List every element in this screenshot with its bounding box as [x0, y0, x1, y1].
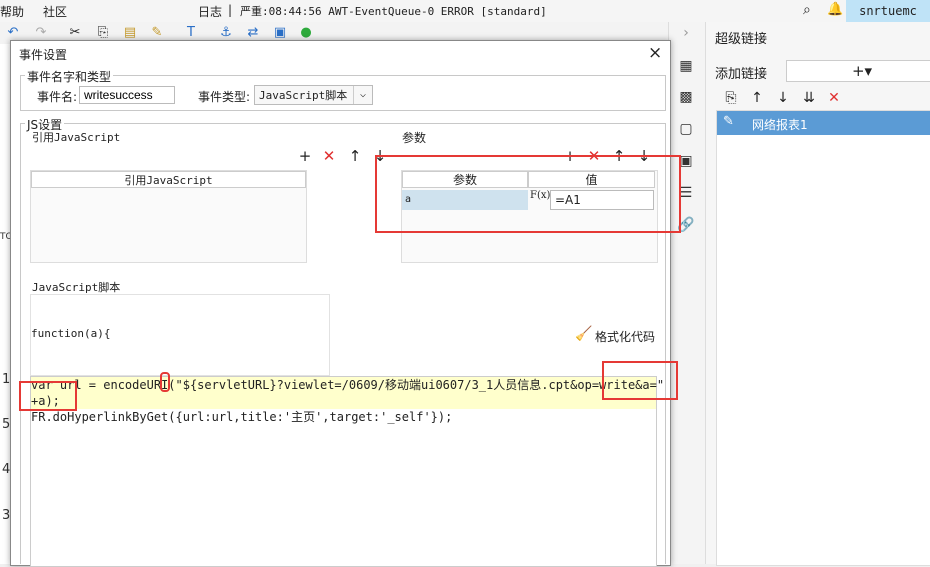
copy-icon[interactable]: ⎘ — [95, 25, 111, 41]
cut-icon[interactable]: ✂ — [67, 25, 83, 41]
panel-title: 超级链接 — [715, 32, 768, 47]
format-painter-icon[interactable]: ✎ — [149, 25, 165, 41]
js-script-label: JavaScript脚本 — [32, 281, 121, 294]
menu-help[interactable]: 帮助 — [0, 3, 24, 20]
move-down-icon[interactable]: ↓ — [774, 90, 792, 106]
add-ref-icon[interactable]: + — [297, 148, 313, 164]
function-signature: function(a){ — [31, 327, 111, 340]
event-name-label: 事件名: — [37, 90, 78, 104]
name-type-group-label: 事件名字和类型 — [25, 68, 114, 85]
log-title: 日志 — [198, 5, 223, 19]
move-up-icon[interactable]: ↑ — [748, 90, 766, 106]
annotation-box-params — [375, 155, 681, 233]
code-editor[interactable]: var url = encodeURI("${servletURL}?viewl… — [30, 376, 664, 567]
event-settings-dialog: 事件设置 × 事件名字和类型 事件名: 事件类型: JavaScript脚本 ⌵… — [10, 40, 671, 567]
annotation-box-plus-a — [19, 381, 77, 411]
log-separator: | — [228, 3, 233, 17]
menu-bar: 帮助 社区 日志 | 严重:08:44:56 AWT-EventQueue-0 … — [0, 0, 930, 23]
search-icon[interactable]: ⌕ — [803, 2, 811, 18]
square-icon[interactable]: ▢ — [677, 120, 695, 138]
ref-js-list[interactable]: 引用JavaScript — [30, 170, 307, 263]
link-list: ✎ 网络报表1 — [716, 110, 930, 566]
delete-link-icon[interactable]: ✕ — [825, 90, 843, 106]
param-label: 参数 — [402, 131, 427, 145]
event-type-select[interactable]: JavaScript脚本 ⌵ — [254, 85, 373, 105]
dialog-title: 事件设置 — [19, 48, 68, 62]
move-up-icon[interactable]: ↑ — [347, 148, 363, 164]
widget-icon[interactable]: ▩ — [677, 88, 695, 106]
add-link-label: 添加链接 — [715, 67, 768, 82]
text-icon[interactable]: T — [183, 25, 199, 41]
close-icon[interactable]: × — [648, 43, 662, 63]
frame-icon[interactable]: ▣ — [272, 25, 288, 41]
grid-icon[interactable]: ▦ — [677, 57, 695, 75]
menu-community[interactable]: 社区 — [43, 3, 67, 20]
paste-icon[interactable]: ▤ — [122, 25, 138, 41]
vertical-toolbar: › ▦ ▩ ▢ ▣ ☰ 🔗 — [668, 22, 705, 564]
function-signature-box: function(a){ — [30, 294, 330, 376]
code-line-1: var url = encodeURI("${servletURL}?viewl… — [31, 378, 665, 392]
chevron-right-icon[interactable]: › — [677, 24, 695, 42]
link-item[interactable]: ✎ 网络报表1 — [717, 111, 930, 135]
undo-icon[interactable]: ↶ — [5, 25, 21, 41]
copy-link-icon[interactable]: ⎘ — [722, 90, 740, 106]
annotation-box-url-param — [602, 361, 678, 400]
check-icon[interactable]: ● — [298, 25, 314, 41]
code-line-3: FR.doHyperlinkByGet({url:url,title:'主页',… — [31, 410, 453, 424]
log-message: 严重:08:44:56 AWT-EventQueue-0 ERROR [stan… — [240, 5, 547, 18]
ref-js-header: 引用JavaScript — [31, 171, 306, 188]
chevron-down-icon: ⌵ — [353, 86, 372, 104]
event-type-label: 事件类型: — [198, 90, 251, 104]
pencil-icon: ✎ — [723, 114, 734, 129]
sort-icon[interactable]: ⇊ — [800, 90, 818, 106]
ref-js-label: 引用JavaScript — [32, 131, 121, 144]
broom-icon: 🧹 — [575, 326, 593, 342]
link-item-label: 网络报表1 — [752, 118, 808, 132]
event-name-input[interactable] — [79, 86, 175, 104]
redo-icon[interactable]: ↷ — [33, 25, 49, 41]
event-type-value: JavaScript脚本 — [259, 89, 348, 102]
add-link-dropdown[interactable]: +▾ — [786, 60, 930, 82]
format-code-button[interactable]: 格式化代码 — [595, 328, 655, 345]
anchor-icon[interactable]: ⚓ — [218, 25, 234, 41]
annotation-box-bracket — [160, 372, 170, 392]
bell-icon[interactable]: 🔔 — [827, 2, 843, 17]
delete-ref-icon[interactable]: ✕ — [321, 148, 337, 164]
hyperlink-panel: 超级链接 添加链接 +▾ ⎘ ↑ ↓ ⇊ ✕ ✎ 网络报表1 — [705, 22, 930, 566]
swap-icon[interactable]: ⇄ — [245, 25, 261, 41]
user-name[interactable]: snrtuemc — [846, 0, 930, 22]
